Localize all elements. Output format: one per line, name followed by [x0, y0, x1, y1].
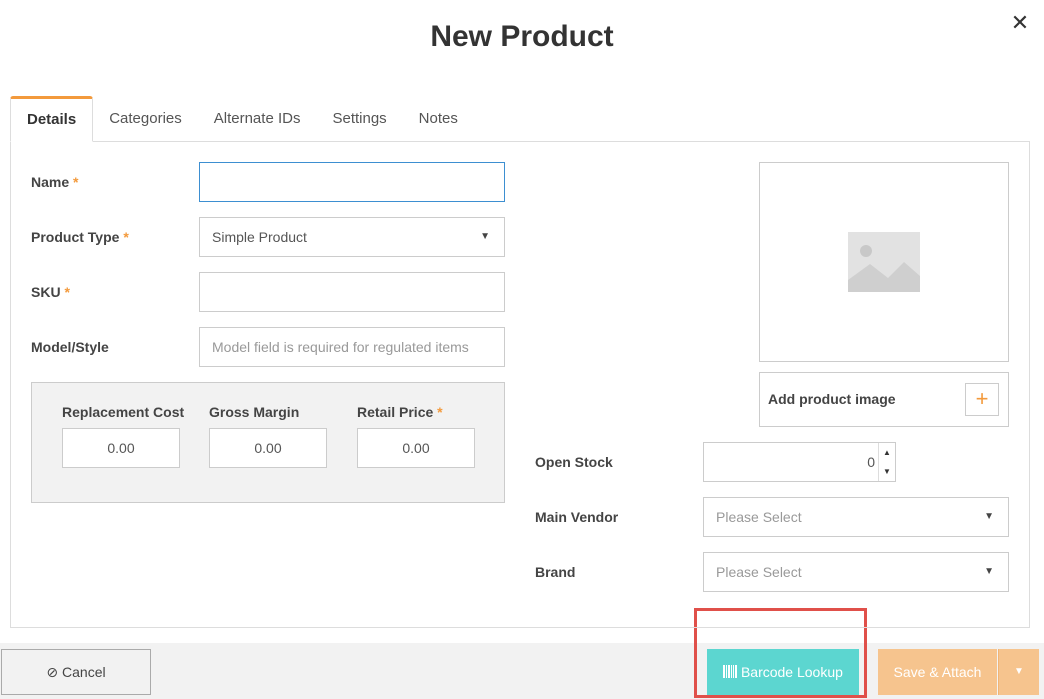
ban-icon: ⊘ — [46, 664, 59, 680]
barcode-lookup-button[interactable]: Barcode Lookup — [707, 649, 859, 695]
chevron-down-icon: ▼ — [480, 231, 490, 242]
chevron-down-icon: ▼ — [984, 511, 994, 522]
caret-down-icon: ▼ — [1014, 666, 1024, 677]
stepper-arrows[interactable]: ▲ ▼ — [878, 443, 895, 481]
tab-bar: Details Categories Alternate IDs Setting… — [10, 96, 474, 142]
product-image-preview — [759, 162, 1009, 362]
add-image-row: Add product image + — [759, 372, 1009, 427]
tab-details[interactable]: Details — [10, 96, 94, 142]
replacement-cost-input[interactable]: 0.00 — [62, 428, 180, 468]
sku-input[interactable] — [199, 272, 505, 312]
retail-price-input[interactable]: 0.00 — [357, 428, 475, 468]
save-attach-button[interactable]: Save & Attach — [878, 649, 997, 695]
product-type-value: Simple Product — [212, 229, 307, 245]
open-stock-label: Open Stock — [535, 454, 613, 470]
main-vendor-label: Main Vendor — [535, 509, 619, 525]
sku-label: SKU * — [31, 284, 70, 300]
cancel-button[interactable]: ⊘ Cancel — [1, 649, 151, 695]
model-input[interactable]: Model field is required for regulated it… — [199, 327, 505, 367]
tab-categories[interactable]: Categories — [93, 96, 198, 142]
increment-icon[interactable]: ▲ — [879, 443, 895, 462]
gross-margin-input[interactable]: 0.00 — [209, 428, 327, 468]
pricing-box: Replacement Cost 0.00 Gross Margin 0.00 … — [31, 382, 505, 503]
add-image-button[interactable]: + — [965, 383, 999, 416]
open-stock-value: 0 — [867, 454, 875, 470]
brand-label: Brand — [535, 564, 576, 580]
product-type-label: Product Type * — [31, 229, 129, 245]
close-icon[interactable]: ✕ — [1008, 10, 1032, 36]
name-label: Name * — [31, 174, 79, 190]
image-placeholder-icon — [848, 232, 920, 292]
tab-settings[interactable]: Settings — [316, 96, 402, 142]
tab-notes[interactable]: Notes — [403, 96, 474, 142]
brand-value: Please Select — [716, 564, 802, 580]
decrement-icon[interactable]: ▼ — [879, 462, 895, 481]
chevron-down-icon: ▼ — [984, 566, 994, 577]
dialog-title: New Product — [430, 20, 614, 53]
product-type-select[interactable]: Simple Product ▼ — [199, 217, 505, 257]
main-vendor-select[interactable]: Please Select ▼ — [703, 497, 1009, 537]
main-vendor-value: Please Select — [716, 509, 802, 525]
tab-alternate-ids[interactable]: Alternate IDs — [198, 96, 317, 142]
model-label: Model/Style — [31, 339, 109, 355]
replacement-cost-label: Replacement Cost — [62, 404, 185, 420]
brand-select[interactable]: Please Select ▼ — [703, 552, 1009, 592]
add-image-label: Add product image — [768, 391, 896, 407]
name-input[interactable] — [199, 162, 505, 202]
open-stock-stepper[interactable]: 0 ▲ ▼ — [703, 442, 896, 482]
barcode-icon — [723, 664, 741, 680]
retail-price-label: Retail Price * — [357, 404, 443, 420]
gross-margin-label: Gross Margin — [209, 404, 300, 420]
save-options-dropdown[interactable]: ▼ — [998, 649, 1039, 695]
